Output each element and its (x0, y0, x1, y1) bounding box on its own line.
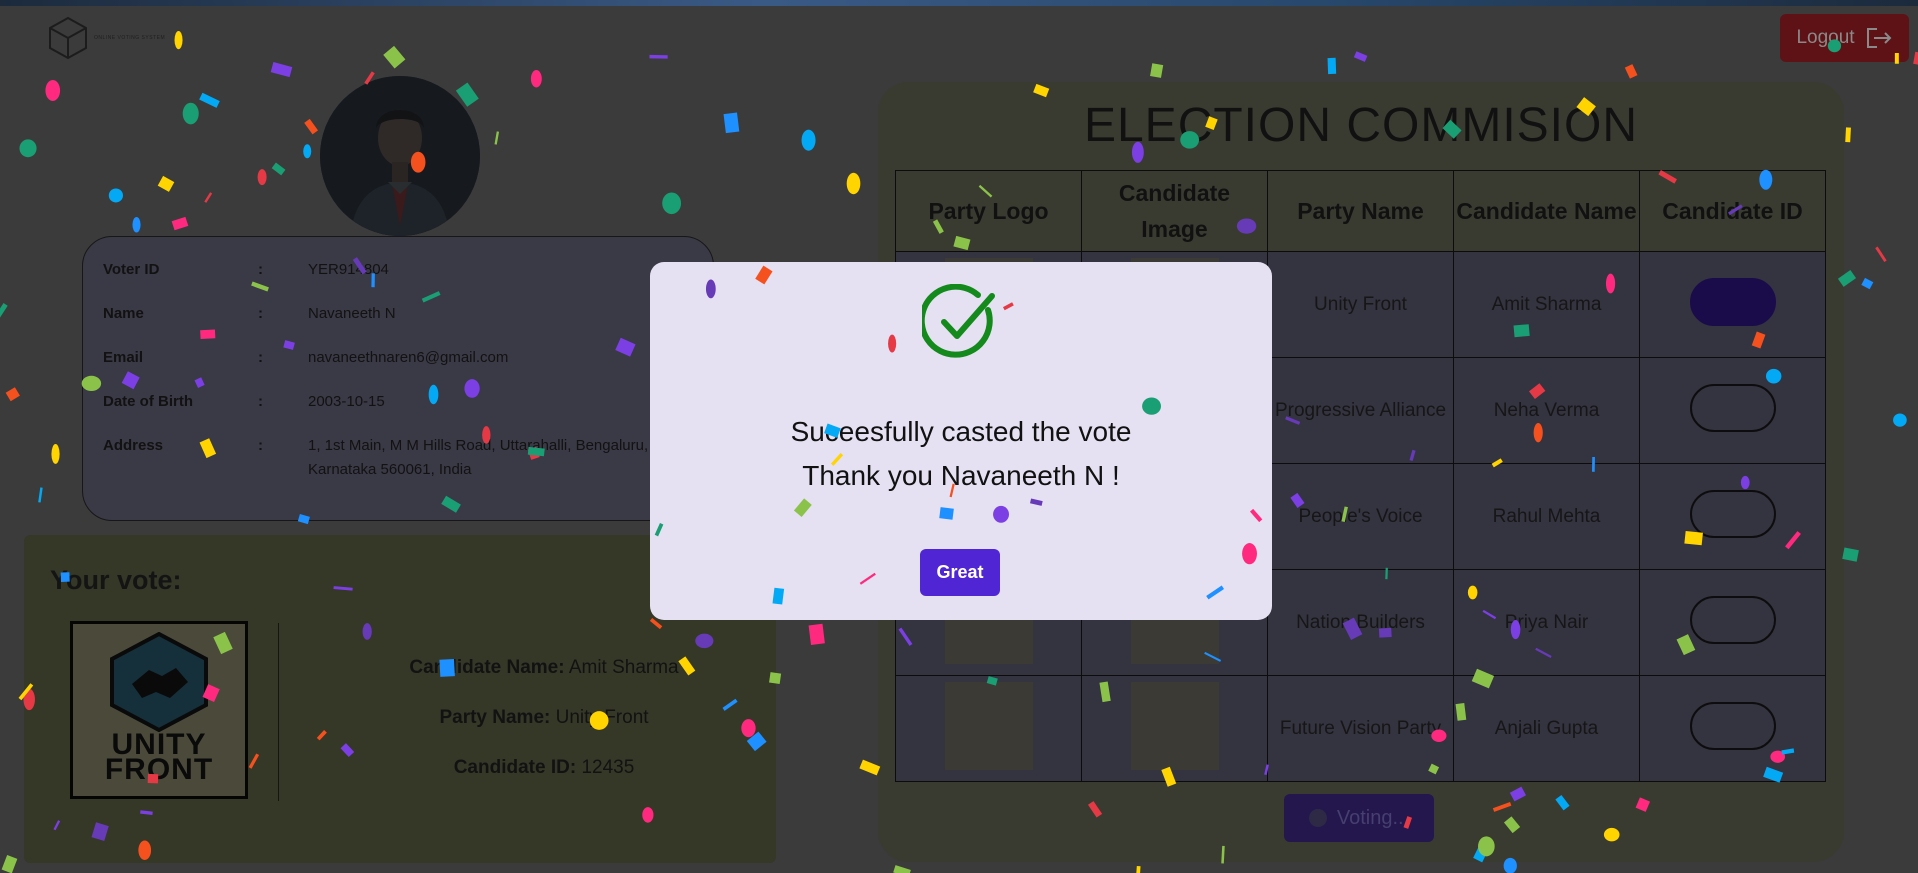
success-message: Suceesfully casted the vote Thank you Na… (650, 410, 1272, 498)
success-dialog: Suceesfully casted the vote Thank you Na… (650, 262, 1272, 620)
success-line2: Thank you Navaneeth N ! (802, 460, 1120, 491)
success-line1: Suceesfully casted the vote (790, 416, 1132, 447)
great-button[interactable]: Great (920, 549, 1000, 596)
check-circle-icon (922, 284, 995, 358)
